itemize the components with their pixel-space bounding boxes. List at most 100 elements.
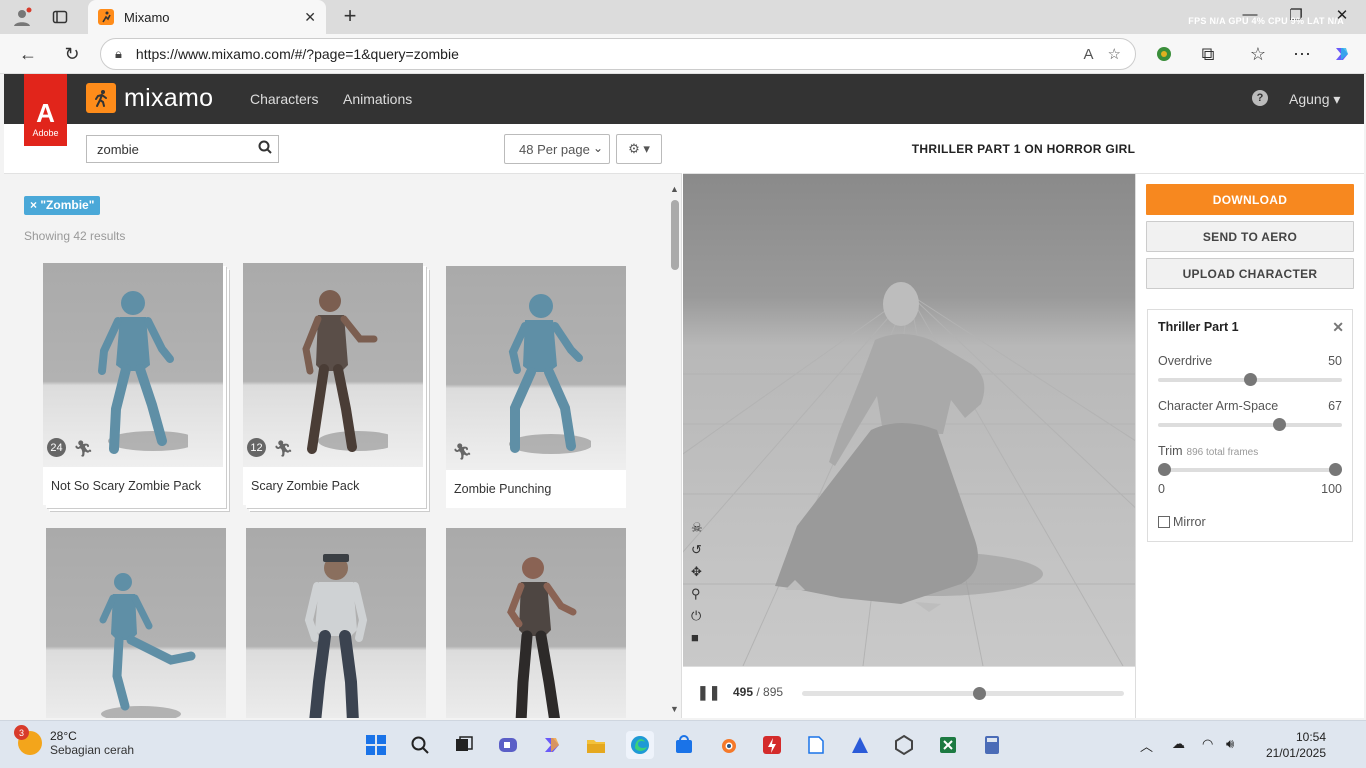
overdrive-label: Overdrive: [1158, 354, 1213, 368]
mirror-checkbox[interactable]: [1158, 516, 1170, 528]
refresh-icon[interactable]: ↻: [60, 42, 84, 66]
mirror-option[interactable]: Mirror: [1158, 515, 1206, 529]
onedrive-icon[interactable]: ☁: [1172, 736, 1185, 752]
copilot-taskbar-icon[interactable]: [538, 731, 566, 759]
store-icon[interactable]: [670, 731, 698, 759]
arm-space-slider[interactable]: [1158, 418, 1342, 431]
search-taskbar-icon[interactable]: [406, 731, 434, 759]
help-icon[interactable]: ?: [1252, 90, 1268, 106]
favorites-icon[interactable]: ☆: [1246, 42, 1270, 66]
upload-character-button[interactable]: UPLOAD CHARACTER: [1146, 258, 1354, 289]
new-tab-icon[interactable]: +: [338, 3, 362, 28]
mixamo-brand[interactable]: mixamo: [86, 83, 213, 113]
weather-desc: Sebagian cerah: [50, 743, 135, 757]
search-input[interactable]: [97, 141, 247, 157]
overdrive-knob[interactable]: [1244, 373, 1257, 386]
tab-close-icon[interactable]: ✕: [304, 9, 316, 26]
trim-end-knob[interactable]: [1329, 463, 1342, 476]
arm-space-value: 67: [1328, 399, 1342, 413]
browser-toolbar: ← ↻ 🔒︎ https://www.mixamo.com/#/?page=1&…: [0, 34, 1366, 74]
tray-overflow-icon[interactable]: ︿: [1140, 736, 1153, 755]
scrollbar-thumb[interactable]: [671, 200, 679, 270]
results-scrollbar[interactable]: ▲ ▼: [668, 178, 682, 718]
camera-icon[interactable]: ■: [691, 630, 703, 645]
copilot-icon[interactable]: [1330, 42, 1354, 66]
wifi-icon[interactable]: ◠: [1202, 736, 1213, 752]
mixamo-runner-icon: [86, 83, 116, 113]
back-icon[interactable]: ←: [16, 42, 40, 66]
trim-min: 0: [1158, 482, 1165, 496]
flash-app-icon[interactable]: [758, 731, 786, 759]
character-figure: [304, 554, 368, 718]
extension-icon[interactable]: [1152, 42, 1176, 66]
scroll-down-icon[interactable]: ▼: [670, 704, 679, 714]
read-aloud-icon[interactable]: A: [1084, 46, 1094, 63]
blender-icon[interactable]: [714, 731, 742, 759]
user-menu[interactable]: Agung ▾: [1289, 91, 1340, 108]
character-figure: [507, 557, 577, 718]
mixamo-app: A Adobe mixamo Characters Animations ? A…: [4, 74, 1364, 718]
search-icon[interactable]: [258, 140, 272, 157]
trim-start-knob[interactable]: [1158, 463, 1171, 476]
overdrive-value: 50: [1328, 354, 1342, 368]
calculator-icon[interactable]: [978, 731, 1006, 759]
file-explorer-icon[interactable]: [582, 731, 610, 759]
files-icon[interactable]: [802, 731, 830, 759]
skeleton-icon[interactable]: ☠: [691, 520, 703, 536]
result-card[interactable]: 🏃︎ Zombie Punching: [446, 266, 626, 508]
settings-dropdown[interactable]: ⚙ ▾: [616, 134, 662, 164]
edge-icon[interactable]: [626, 731, 654, 759]
result-card[interactable]: [246, 528, 426, 718]
animation-title: THRILLER PART 1 ON HORROR GIRL: [683, 124, 1364, 174]
scroll-up-icon[interactable]: ▲: [670, 184, 679, 194]
nav-characters[interactable]: Characters: [250, 91, 318, 107]
favorite-star-icon[interactable]: ☆: [1108, 45, 1121, 63]
playback-bar: ❚❚ 495 / 895: [683, 666, 1135, 718]
horror-girl-character: [775, 282, 985, 612]
timeline-slider[interactable]: [802, 687, 1124, 700]
volume-icon[interactable]: 🔊︎: [1226, 736, 1234, 752]
result-card[interactable]: [46, 528, 226, 718]
extensions-puzzle-icon[interactable]: ⧉: [1196, 42, 1220, 66]
nav-animations[interactable]: Animations: [343, 91, 412, 107]
arm-space-knob[interactable]: [1273, 418, 1286, 431]
result-card[interactable]: 24 🏃︎ Not So Scary Zombie Pack: [43, 263, 223, 505]
timeline-knob[interactable]: [973, 687, 986, 700]
system-clock[interactable]: 10:54 21/01/2025: [1266, 729, 1326, 761]
power-icon[interactable]: ⏻: [691, 608, 703, 624]
character-figure: [302, 290, 388, 454]
reset-view-icon[interactable]: ↺: [691, 542, 703, 558]
pan-icon[interactable]: ✥: [691, 564, 703, 580]
send-to-aero-button[interactable]: SEND TO AERO: [1146, 221, 1354, 252]
browser-tab-mixamo[interactable]: Mixamo ✕: [88, 0, 326, 34]
close-icon[interactable]: ✕: [1332, 319, 1344, 336]
per-page-select[interactable]: 48 Per page ⌄: [504, 134, 610, 164]
3d-viewport[interactable]: ☠ ↺ ✥ ⚲ ⏻ ■: [683, 174, 1135, 666]
overdrive-slider[interactable]: [1158, 373, 1342, 386]
tab-actions-icon[interactable]: [48, 6, 72, 28]
result-thumbnail: 🏃︎: [446, 266, 626, 470]
adobe-logo[interactable]: A Adobe: [24, 74, 67, 146]
start-icon[interactable]: [362, 731, 390, 759]
address-bar[interactable]: 🔒︎ https://www.mixamo.com/#/?page=1&quer…: [100, 38, 1136, 70]
arm-space-label: Character Arm-Space: [1158, 399, 1279, 413]
result-label: Scary Zombie Pack: [251, 479, 360, 493]
download-button[interactable]: DOWNLOAD: [1146, 184, 1354, 215]
result-card[interactable]: [446, 528, 626, 718]
result-card[interactable]: 12 🏃︎ Scary Zombie Pack: [243, 263, 423, 505]
vector-app-icon[interactable]: [846, 731, 874, 759]
perf-overlay: FPS N/A GPU 4% CPU 9% LAT N/A: [1188, 16, 1344, 26]
profile-icon[interactable]: [10, 6, 34, 28]
task-view-icon[interactable]: [450, 731, 478, 759]
unity-icon[interactable]: [890, 731, 918, 759]
excel-icon[interactable]: [934, 731, 962, 759]
zoom-icon[interactable]: ⚲: [691, 586, 703, 602]
meet-icon[interactable]: [494, 731, 522, 759]
trim-slider[interactable]: [1158, 463, 1342, 476]
lock-icon: 🔒︎: [115, 46, 122, 61]
run-animation-icon: 🏃︎: [452, 444, 473, 461]
more-menu-icon[interactable]: ⋯: [1290, 42, 1314, 66]
weather-widget[interactable]: 3 28°C Sebagian cerah: [14, 725, 135, 757]
pause-icon[interactable]: ❚❚: [697, 684, 720, 701]
filter-tag-zombie[interactable]: × "Zombie": [24, 196, 101, 215]
